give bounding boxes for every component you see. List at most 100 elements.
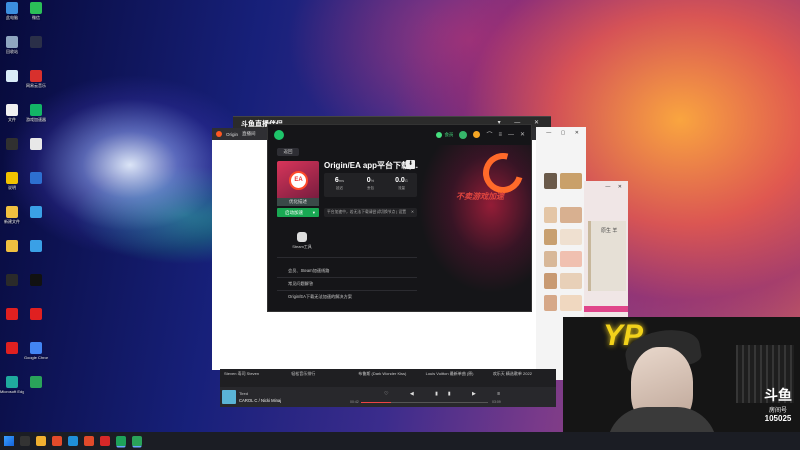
start-button-icon[interactable]	[4, 436, 14, 446]
steam-icon	[297, 232, 307, 242]
accelerator-app-window[interactable]: 不卖游戏加速 会员 ⌒ ≡ — ✕ 返回 EA 优化描述 启动加速 ▾ Orig…	[267, 124, 532, 312]
vip-badge[interactable]: 会员	[436, 131, 453, 138]
steam-tool-button[interactable]: Steam工具	[290, 232, 314, 250]
app-icon	[30, 36, 42, 48]
desktop-icon[interactable]	[0, 274, 24, 287]
album-cover[interactable]	[222, 390, 236, 404]
desktop-icon-label: Microsoft Edge	[0, 389, 24, 394]
optimize-description-button[interactable]: 优化描述	[277, 198, 319, 206]
app-taskbar-icon[interactable]	[84, 436, 94, 446]
origin-taskbar-icon[interactable]	[52, 436, 62, 446]
start-accelerate-button[interactable]: 启动加速 ▾	[277, 208, 319, 217]
close-icon[interactable]: ✕	[411, 208, 414, 217]
secondary-window[interactable]: — ✕ 原生 羊	[584, 181, 628, 321]
divider	[277, 277, 417, 278]
browser-tab-2[interactable]: 直播间	[242, 131, 256, 137]
desktop-icon[interactable]	[24, 206, 48, 219]
info-line[interactable]: 常见问题解答	[288, 281, 313, 287]
file-explorer-icon[interactable]	[36, 436, 46, 446]
info-line[interactable]: 会员、Steam加速线路	[288, 268, 329, 274]
desktop-icon[interactable]: Microsoft Edge	[0, 376, 24, 394]
headset-icon[interactable]: ⌒	[486, 130, 492, 139]
menu-icon[interactable]: ≡	[498, 132, 502, 138]
avatar-body	[607, 407, 717, 432]
avatar[interactable]	[544, 273, 557, 289]
playlist-entry[interactable]: 欢乐天 精选歌单 2022	[489, 369, 556, 383]
notice-text: 平台加速中，若无法下载请尝试切换节点 | 设置	[327, 210, 407, 214]
playlist-entry[interactable]: 布鲁斯 (Dark Wonder Kiss)	[354, 369, 421, 383]
desktop-icon[interactable]: 此电脑	[0, 2, 24, 21]
desktop-icon[interactable]	[24, 274, 48, 287]
desktop-icon[interactable]: 网易云音乐	[24, 70, 48, 89]
notification-icon[interactable]	[473, 131, 481, 138]
app-icon	[6, 172, 18, 184]
playback-controls[interactable]: ♡ ◀ ▮▮ ▶ ≡	[384, 391, 510, 397]
search-icon[interactable]	[20, 436, 30, 446]
playlist-entry[interactable]: Steven 寿司 Steven	[220, 369, 287, 383]
back-button[interactable]: 返回	[277, 148, 299, 156]
minimize-icon[interactable]: —	[508, 132, 514, 138]
avatar[interactable]	[544, 207, 557, 223]
wechat-taskbar-icon[interactable]	[132, 436, 142, 446]
avatar[interactable]	[560, 273, 582, 289]
app-icon	[30, 70, 42, 82]
browser-tab[interactable]: Origin	[226, 132, 238, 137]
time-end: 03:09	[492, 400, 501, 404]
stat-item: 0% 丢包	[355, 173, 386, 197]
chevron-down-icon[interactable]: ▾	[313, 208, 315, 217]
accelerate-stats: 6ms 延迟 0% 丢包 0.0G 流量	[324, 173, 417, 197]
avatar[interactable]	[544, 251, 557, 267]
desktop-icon[interactable]: 微信	[24, 2, 48, 21]
stat-value: 0.0G	[386, 177, 417, 184]
desktop-icon[interactable]	[0, 308, 24, 321]
avatar[interactable]	[544, 229, 557, 245]
avatar[interactable]	[560, 229, 582, 245]
desktop-icon-label: 微信	[32, 15, 40, 20]
stat-unit: ms	[338, 178, 345, 183]
desktop-icon[interactable]	[0, 138, 24, 151]
window-controls[interactable]: — ✕	[605, 184, 625, 190]
desktop-icon[interactable]: 新建文件	[0, 206, 24, 225]
close-icon[interactable]: ✕	[520, 131, 525, 138]
desktop-icon[interactable]	[0, 70, 24, 83]
song-title: Tired	[239, 391, 248, 396]
user-avatar[interactable]	[459, 130, 468, 139]
download-icon[interactable]: ⬇	[406, 160, 415, 169]
app-icon	[30, 376, 42, 388]
desktop-icon[interactable]	[24, 36, 48, 49]
desktop-icon[interactable]: 文件	[0, 104, 24, 123]
avatar[interactable]	[544, 295, 557, 311]
playlist-entry[interactable]: 轻松音乐排行	[287, 369, 354, 383]
titlebar-actions: 会员 ⌒ ≡ — ✕	[436, 130, 525, 139]
app-icon	[6, 240, 18, 252]
avatar[interactable]	[560, 207, 582, 223]
music-player-window[interactable]: Steven 寿司 Steven 轻松音乐排行 布鲁斯 (Dark Wonder K…	[220, 369, 556, 407]
app-logo-icon	[274, 129, 284, 140]
desktop-icon[interactable]: 游戏加速器	[24, 104, 48, 123]
app-icon	[30, 2, 42, 14]
desktop-icon[interactable]	[24, 308, 48, 321]
desktop-icon[interactable]	[0, 240, 24, 253]
desktop-icon[interactable]: Google Chrome	[24, 342, 48, 360]
desktop-icon[interactable]: 回收站	[0, 36, 24, 55]
avatar[interactable]	[544, 173, 557, 189]
playlist-entry[interactable]: Louis Vuitton 最新单曲 (原)	[422, 369, 489, 383]
desktop-icon[interactable]	[24, 376, 48, 389]
accelerator-taskbar-icon[interactable]	[116, 436, 126, 446]
browser-logo-icon	[216, 131, 222, 137]
desktop-icon[interactable]	[24, 172, 48, 185]
avatar[interactable]	[560, 251, 582, 267]
edge-taskbar-icon[interactable]	[68, 436, 78, 446]
window-controls[interactable]: — ▢ ✕	[546, 130, 583, 136]
info-line[interactable]: Origin/EA下载无法加速的解决方案	[288, 294, 352, 300]
desktop-icon[interactable]: 说明	[0, 172, 24, 191]
music-taskbar-icon[interactable]	[100, 436, 110, 446]
desktop-icon[interactable]	[24, 240, 48, 253]
desktop-icon[interactable]	[24, 138, 48, 151]
avatar[interactable]	[560, 295, 582, 311]
app-icon	[6, 36, 18, 48]
desktop-icon[interactable]	[0, 342, 24, 355]
avatar[interactable]	[560, 173, 582, 189]
desktop-icon-label: Google Chrome	[24, 355, 48, 360]
progress-bar[interactable]	[361, 402, 488, 403]
